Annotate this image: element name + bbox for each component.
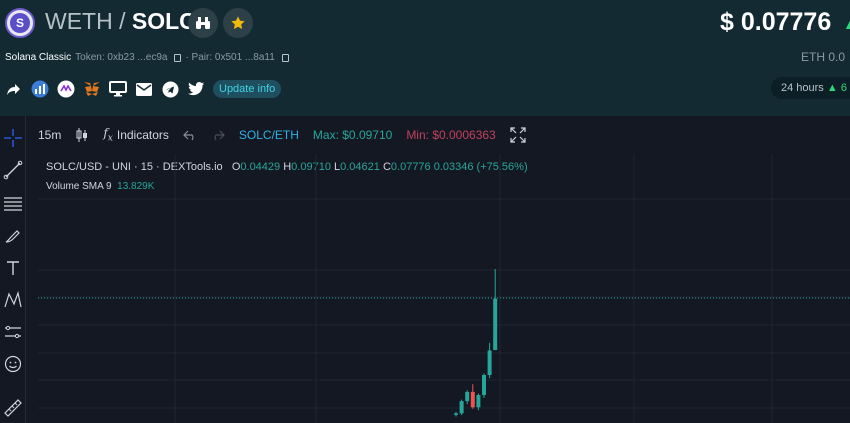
token-logo: S (5, 8, 35, 38)
binoculars-icon (196, 17, 210, 29)
min-price: Min: $0.0006363 (406, 128, 496, 142)
price-up-arrow-icon: ▲ (843, 16, 850, 32)
pattern-icon (4, 290, 22, 308)
update-info-button[interactable]: Update info (213, 80, 282, 98)
share-icon[interactable] (5, 80, 23, 98)
ruler-tool[interactable] (1, 396, 25, 420)
text-icon (7, 261, 19, 275)
swap-icon[interactable] (57, 80, 75, 98)
candle-body (482, 375, 486, 395)
candles-icon (76, 128, 88, 142)
star-icon (231, 16, 245, 30)
emoji-tool[interactable] (1, 352, 25, 376)
brush-tool[interactable] (1, 224, 25, 248)
copy-token-icon[interactable] (174, 53, 182, 62)
base-symbol: SOLC (131, 8, 196, 34)
candle-body (470, 391, 475, 408)
indicators-button[interactable]: fx Indicators (103, 126, 169, 143)
undo-icon (183, 130, 194, 141)
candle-body (459, 401, 464, 414)
interval-selector[interactable]: 15m (38, 128, 61, 142)
chart-icon[interactable] (31, 80, 49, 98)
redo-button[interactable] (211, 129, 225, 141)
price-chart[interactable] (38, 154, 850, 423)
pair-separator: / (119, 8, 126, 34)
prediction-tool[interactable] (1, 320, 25, 344)
brush-icon (5, 230, 20, 243)
time-range-selector[interactable]: 24 hours ▲ 6 (771, 77, 850, 99)
smiley-icon (4, 355, 22, 373)
candle-body (454, 413, 458, 415)
token-name: Solana Classic (5, 52, 72, 63)
candles (454, 269, 498, 417)
quote-symbol: WETH (45, 8, 113, 34)
favorite-button[interactable] (223, 8, 253, 38)
expand-icon (510, 127, 526, 143)
fx-icon: fx (103, 126, 113, 144)
grid (38, 154, 850, 423)
pair-link[interactable]: SOLC/ETH (239, 128, 299, 142)
eth-price: ETH 0.0 (801, 50, 846, 64)
header: S WETH / SOLC $ 0.07776 ▲ Solana Classic… (0, 0, 850, 116)
current-price: $ 0.07776 (720, 8, 832, 36)
range-label: 24 hours (781, 82, 824, 94)
trend-line-icon (3, 160, 23, 180)
fullscreen-button[interactable] (510, 127, 526, 143)
indicators-label: Indicators (116, 127, 169, 142)
candle-body (493, 298, 498, 351)
solana-classic-icon: S (10, 13, 30, 33)
binoculars-button[interactable] (188, 8, 218, 38)
prediction-icon (5, 325, 21, 339)
drawing-toolbar (0, 116, 26, 423)
copy-pair-icon[interactable] (281, 53, 289, 62)
metamask-icon[interactable] (83, 80, 101, 98)
chart-type-button[interactable] (75, 127, 89, 143)
mail-icon[interactable] (135, 80, 153, 98)
monitor-icon[interactable] (109, 80, 127, 98)
range-change: ▲ 6 (826, 82, 847, 94)
chart-toolbar: 15m fx Indicators SOLC/ETH Max: $0.09710 … (38, 116, 540, 154)
candle-body (476, 394, 481, 408)
max-price: Max: $0.09710 (312, 128, 393, 142)
trend-line-tool[interactable] (1, 158, 25, 182)
crosshair-icon (4, 129, 22, 147)
twitter-icon[interactable] (187, 80, 205, 98)
fib-tool[interactable] (1, 192, 25, 216)
ruler-icon (4, 399, 22, 417)
undo-button[interactable] (183, 129, 197, 141)
text-tool[interactable] (1, 256, 25, 280)
pair-title: WETH / SOLC (45, 8, 196, 35)
crosshair-tool[interactable] (1, 126, 25, 150)
token-info-row: Solana Classic Token: 0xb23 ...ec9a · Pa… (5, 52, 289, 63)
candle-body (465, 391, 470, 402)
pattern-tool[interactable] (1, 288, 25, 312)
fib-lines-icon (4, 197, 22, 211)
redo-icon (214, 130, 225, 141)
social-links: Update info (5, 79, 282, 99)
telegram-icon[interactable] (161, 80, 179, 98)
token-address: Token: 0xb23 ...ec9a (75, 52, 168, 63)
pair-address: · Pair: 0x501 ...8a11 (185, 52, 275, 63)
candle-body (487, 350, 492, 376)
